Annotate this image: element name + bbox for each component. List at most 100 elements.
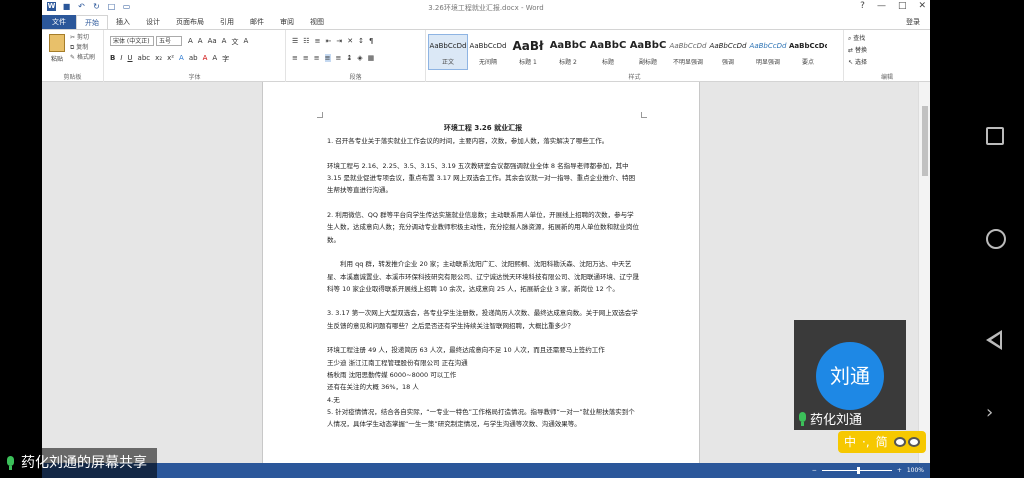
style-emphasis[interactable]: AaBbCcDd 强调 [708,34,748,70]
style-heading-2[interactable]: AaBbC 标题 2 [548,34,588,70]
status-bar: − + 100% [42,463,930,478]
shrink-font-icon[interactable]: A [198,37,203,47]
tab-references[interactable]: 引用 [212,15,242,29]
tab-review[interactable]: 审阅 [272,15,302,29]
justify-icon[interactable]: ≡ [324,54,331,62]
tab-layout[interactable]: 页面布局 [168,15,212,29]
style-name: 不明显强调 [672,59,703,66]
zoom-slider[interactable] [821,467,892,474]
doc-paragraph [327,148,639,160]
subscript-icon[interactable]: x₂ [155,54,162,64]
multilevel-icon[interactable]: ≡ [315,37,321,45]
doc-paragraph [327,295,639,307]
superscript-icon[interactable]: x² [167,54,174,64]
cut-button[interactable]: ✂ 剪切 [70,33,95,43]
select-button[interactable]: ↖ 选择 [848,57,867,69]
login-link[interactable]: 登录 [906,15,920,29]
ime-mode-toggle[interactable]: 中 [844,431,856,453]
align-center-icon[interactable]: ≡ [303,54,309,62]
strikethrough-icon[interactable]: abc [138,54,151,64]
copy-button[interactable]: ⧉ 复制 [70,43,95,53]
zoom-level[interactable]: 100% [907,463,924,478]
style-heading-1[interactable]: AaBł 标题 1 [508,34,548,70]
zoom-out-icon[interactable]: − [812,463,817,478]
recents-icon[interactable] [986,127,1004,145]
sort-icon[interactable]: ↕ [358,37,364,45]
document-page[interactable]: 环境工程 3.26 就业汇报 1. 召开各专业关于落实就业工作会议的时间，主要内… [262,82,700,463]
zoom-slider-thumb[interactable] [856,467,860,474]
char-border-icon[interactable]: A [243,37,248,47]
minimize-button[interactable]: — [877,1,886,11]
scroll-thumb[interactable] [922,106,928,176]
style-no-spacing[interactable]: AaBbCcDd 无间隔 [468,34,508,70]
enclose-char-icon[interactable]: 字 [222,54,229,64]
find-button[interactable]: ⌕ 查找 [848,33,867,45]
text-effect-icon[interactable]: A [179,54,184,64]
screen-share-banner: 药化刘通的屏幕共享 [0,448,157,478]
chevron-right-icon[interactable]: › [986,402,993,423]
align-right-icon[interactable]: ≡ [314,54,320,62]
distributed-icon[interactable]: ≡ [336,54,342,62]
tab-mailings[interactable]: 邮件 [242,15,272,29]
zoom-control: − + 100% [812,463,924,478]
vertical-scrollbar[interactable] [918,82,930,463]
increase-indent-icon[interactable]: ⇥ [336,37,342,45]
style-subtle-emphasis[interactable]: AaBbCcDd 不明显强调 [668,34,708,70]
presenter-tile[interactable]: 刘通 药化刘通 [794,320,906,430]
shading-icon[interactable]: ◈ [357,54,362,62]
format-painter-button[interactable]: ✎ 格式刷 [70,53,95,63]
style-preview: AaBbCcDd [749,42,787,50]
show-marks-icon[interactable]: ¶ [369,37,373,45]
maximize-button[interactable]: □ [898,1,907,11]
font-color-icon[interactable]: A [203,54,208,64]
style-preview: AaBbCcDd [709,42,747,50]
bold-icon[interactable]: B [110,54,115,64]
style-name: 明显强调 [755,59,780,66]
corner-mark [317,112,323,118]
change-case-icon[interactable]: Aa [208,37,217,47]
close-button[interactable]: ✕ [918,1,926,11]
doc-paragraph: 1. 召开各专业关于落实就业工作会议的时间，主要内容，次数，参加人数，落实解决了… [327,137,609,146]
numbering-icon[interactable]: ☷ [303,37,309,45]
underline-icon[interactable]: U [127,54,132,64]
italic-icon[interactable]: I [120,54,122,64]
line-spacing-icon[interactable]: ↨ [346,54,352,62]
chinese-layout-icon[interactable]: ✕ [347,37,353,45]
style-intense-emphasis[interactable]: AaBbCcDd 明显强调 [748,34,788,70]
style-name: 标题 1 [519,59,537,66]
char-shading-icon[interactable]: A [212,54,217,64]
replace-button[interactable]: ⇄ 替换 [848,45,867,57]
home-icon[interactable] [986,229,1006,249]
bullets-icon[interactable]: ☰ [292,37,298,45]
paste-button[interactable]: 粘贴 [48,34,66,63]
highlight-icon[interactable]: ab [189,54,198,64]
font-size-select[interactable]: 五号 [156,36,182,46]
clear-format-icon[interactable]: A [222,37,227,47]
style-subtitle[interactable]: AaBbC 副标题 [628,34,668,70]
phonetic-icon[interactable]: 文 [231,37,238,47]
align-left-icon[interactable]: ≡ [292,54,298,62]
style-strong[interactable]: AaBbCcDd 要点 [788,34,828,70]
replace-label: 替换 [854,47,867,54]
doc-paragraph [327,197,639,209]
ime-simplified-toggle[interactable]: 简 [876,431,888,453]
document-title: 3.26环境工程就业汇报.docx - Word [428,4,544,12]
style-normal[interactable]: AaBbCcDd 正文 [428,34,468,70]
ime-toolbar[interactable]: 中 ·, 简 [838,431,926,453]
font-name-select[interactable]: 宋体 (中文正) [110,36,154,46]
tab-file[interactable]: 文件 [42,15,76,29]
tab-insert[interactable]: 插入 [108,15,138,29]
borders-icon[interactable]: ▦ [368,54,375,62]
grow-font-icon[interactable]: A [188,37,193,47]
decrease-indent-icon[interactable]: ⇤ [325,37,331,45]
zoom-in-icon[interactable]: + [897,463,902,478]
style-title[interactable]: AaBbC 标题 [588,34,628,70]
tab-design[interactable]: 设计 [138,15,168,29]
editing-items: ⌕ 查找 ⇄ 替换 ↖ 选择 [848,33,867,69]
ime-punct-toggle[interactable]: ·, [862,431,870,453]
tab-view[interactable]: 视图 [302,15,332,29]
document-text[interactable]: 环境工程 3.26 就业汇报 1. 召开各专业关于落实就业工作会议的时间，主要内… [327,122,639,430]
help-button[interactable]: ? [860,1,865,11]
format-painter-label: 格式刷 [76,54,95,61]
tab-home[interactable]: 开始 [76,15,108,29]
